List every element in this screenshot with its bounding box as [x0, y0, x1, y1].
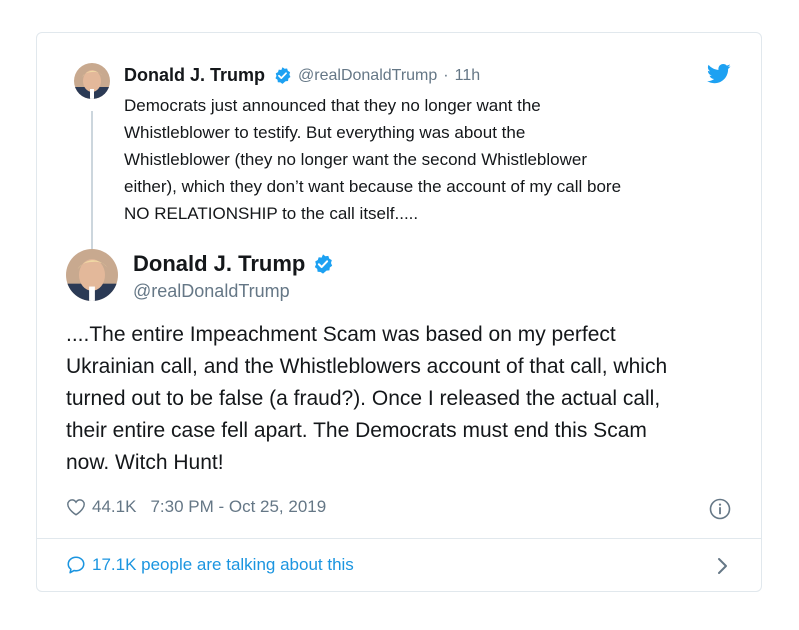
author-name[interactable]: Donald J. Trump [133, 251, 305, 277]
text-line: Whistleblower to testify. But everything… [124, 123, 526, 142]
text-line: Democrats just announced that they no lo… [124, 96, 541, 115]
info-icon[interactable] [709, 498, 731, 520]
text-line: NO RELATIONSHIP to the call itself..... [124, 204, 419, 223]
author-handle[interactable]: @realDonaldTrump [133, 281, 290, 302]
speech-bubble-icon [67, 556, 85, 574]
verified-badge-icon [315, 254, 333, 274]
conversation-link[interactable]: 17.1K people are talking about this [66, 555, 354, 575]
like-count[interactable]: 44.1K [92, 497, 136, 517]
divider [37, 538, 761, 539]
text-line: ....The entire Impeachment Scam was base… [66, 323, 616, 346]
text-line: Whistleblower (they no longer want the s… [124, 150, 588, 169]
author-name-row: Donald J. Trump [133, 251, 334, 277]
avatar[interactable] [74, 63, 110, 99]
text-line: either), which they don’t want because t… [124, 177, 622, 196]
text-line: turned out to be false (a fraud?). Once … [66, 387, 661, 410]
text-line: now. Witch Hunt! [66, 451, 224, 474]
chevron-right-icon[interactable] [715, 557, 729, 575]
author-handle[interactable]: @realDonaldTrump [298, 67, 437, 85]
author-name[interactable]: Donald J. Trump [124, 65, 265, 86]
twitter-bird-icon[interactable] [707, 64, 731, 84]
tweet-timestamp[interactable]: 7:30 PM - Oct 25, 2019 [150, 497, 326, 517]
separator: · [443, 66, 449, 84]
parent-tweet-header: Donald J. Trump @realDonaldTrump · 11h [124, 65, 480, 86]
parent-tweet-text: Democrats just announced that they no lo… [124, 92, 744, 227]
conversation-text[interactable]: 17.1K people are talking about this [92, 555, 354, 575]
tweet-card: Donald J. Trump @realDonaldTrump · 11h D… [36, 32, 762, 592]
tweet-meta: 44.1K 7:30 PM - Oct 25, 2019 [66, 497, 326, 517]
verified-badge-icon [275, 67, 291, 84]
main-tweet-text: ....The entire Impeachment Scam was base… [66, 319, 746, 479]
tweet-time[interactable]: 11h [455, 67, 481, 85]
text-line: their entire case fell apart. The Democr… [66, 419, 647, 442]
text-line: Ukrainian call, and the Whistleblowers a… [66, 355, 668, 378]
avatar[interactable] [66, 249, 118, 301]
heart-icon[interactable] [66, 498, 86, 516]
